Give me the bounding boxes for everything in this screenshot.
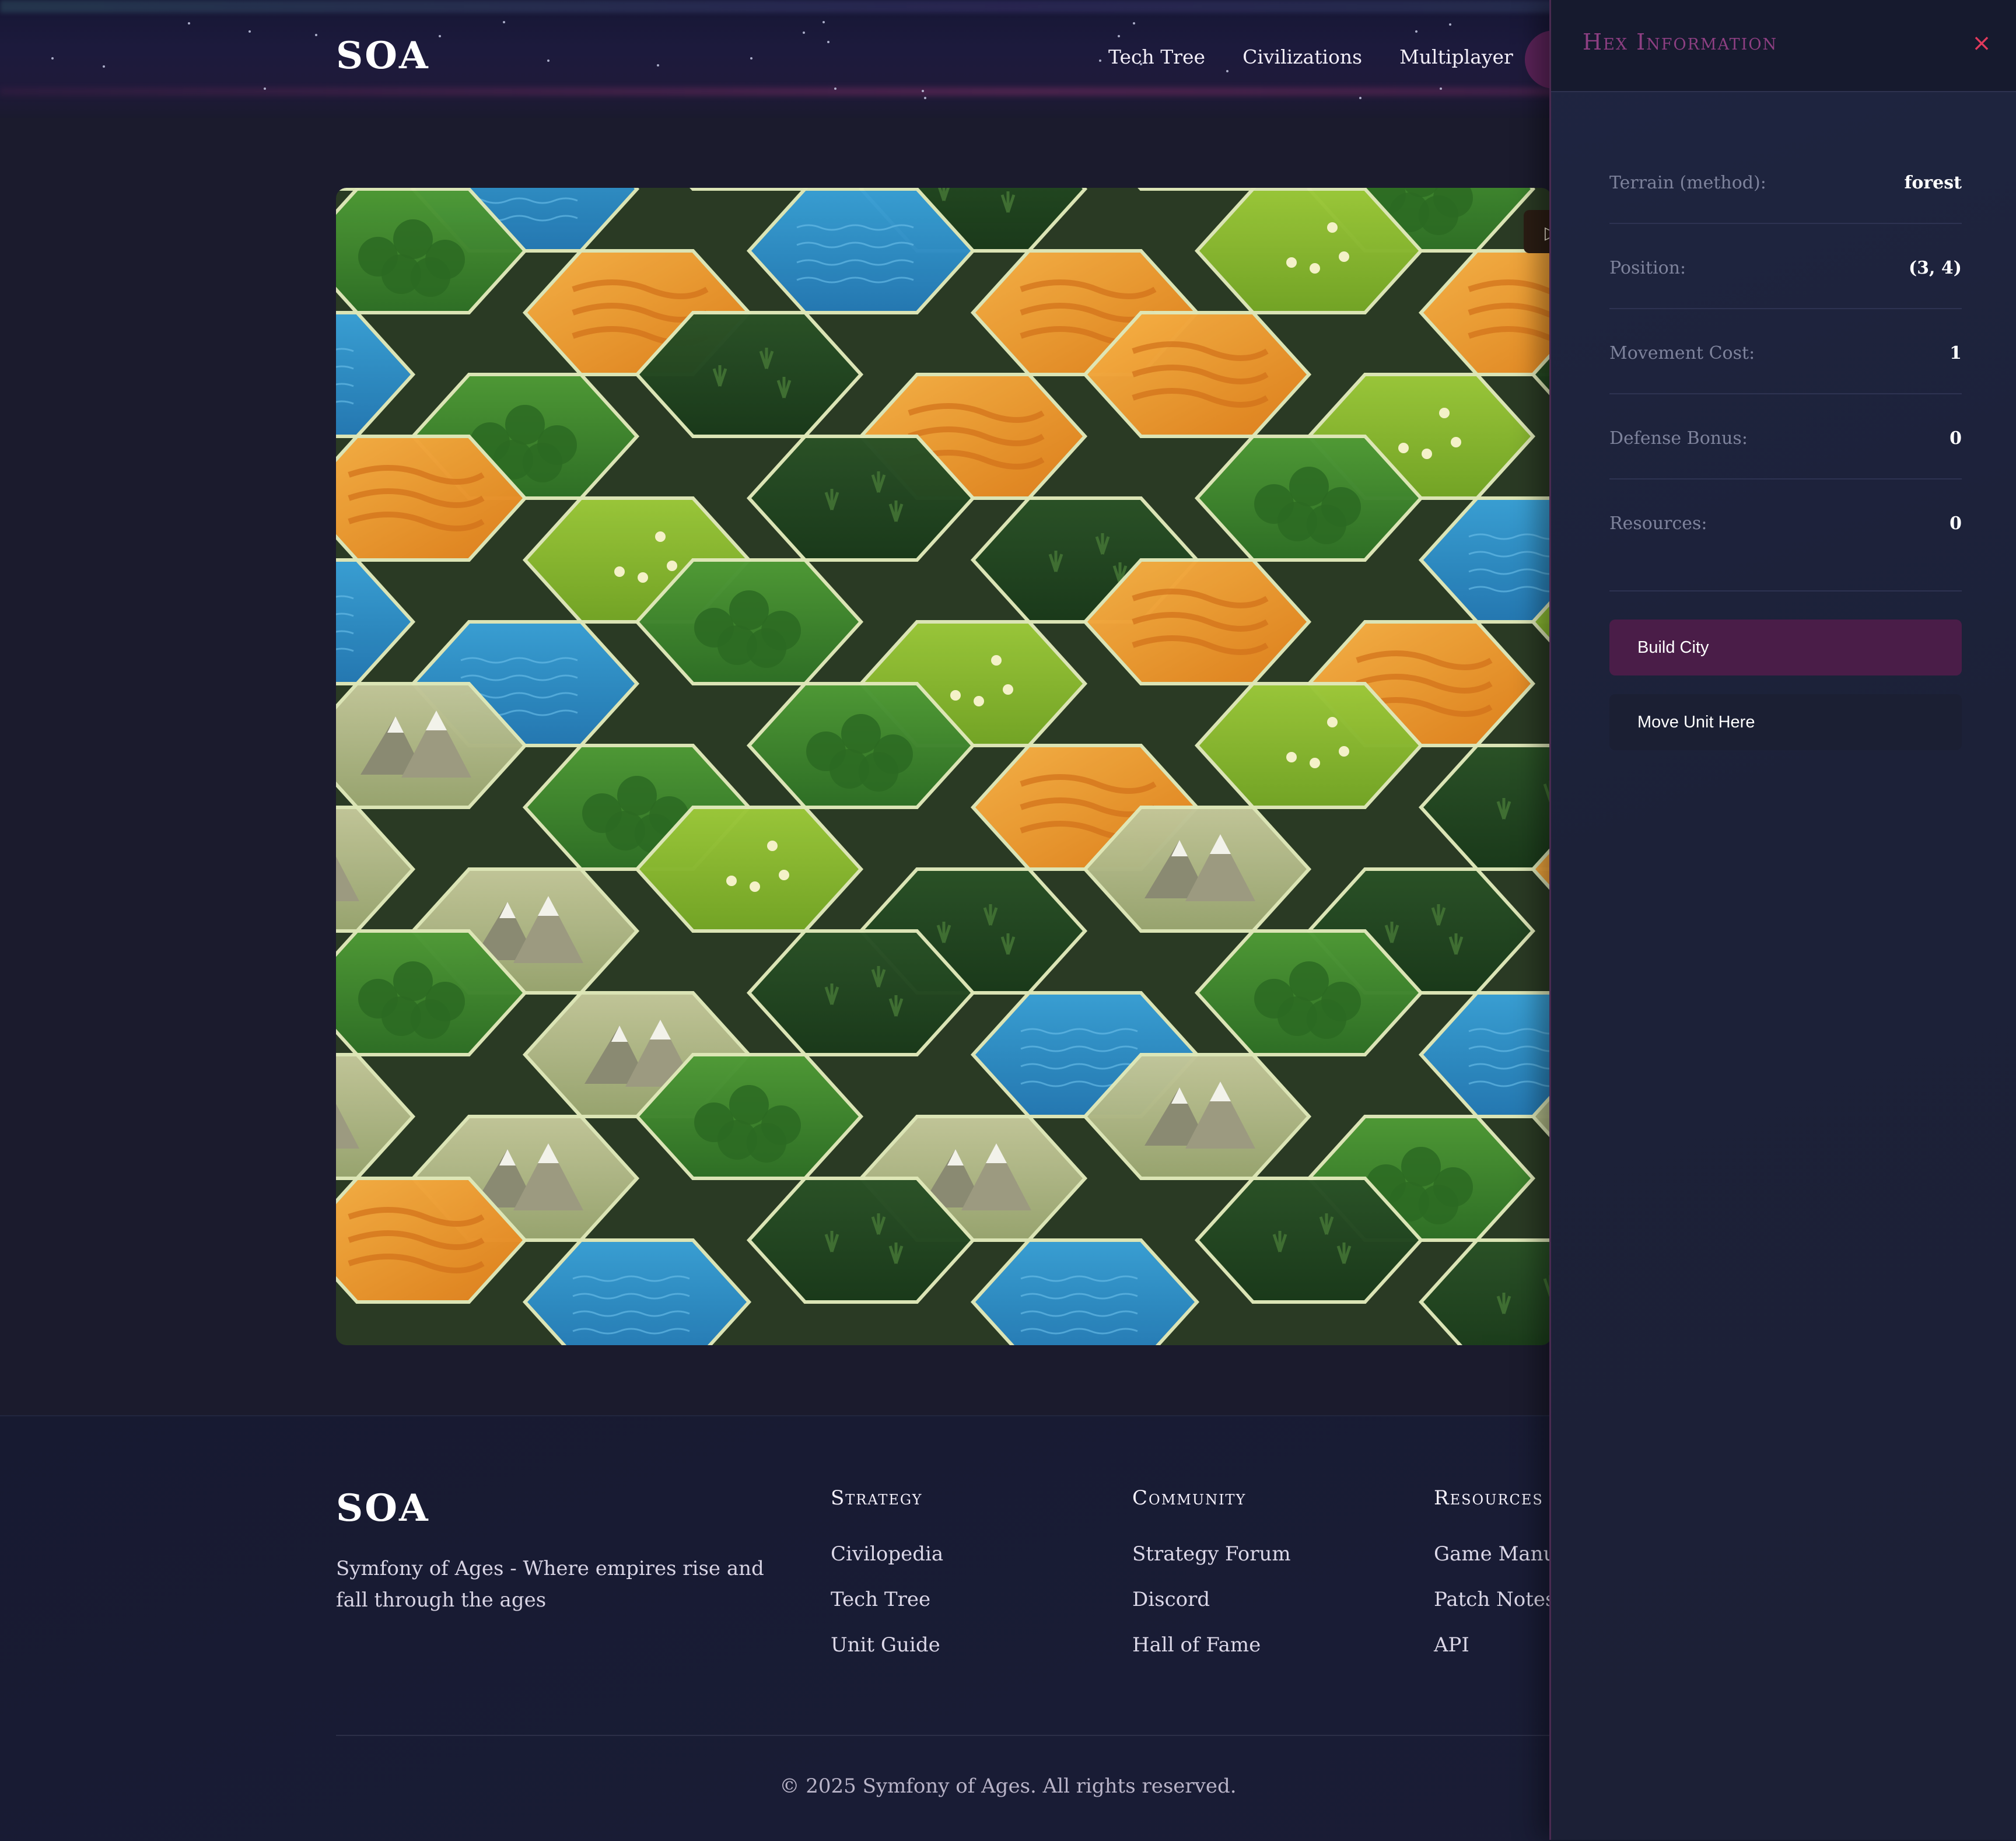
footer-column-strategy: Strategy Civilopedia Tech Tree Unit Guid… [831, 1486, 943, 1679]
hex-tile-water[interactable] [336, 311, 416, 438]
star [1099, 60, 1101, 62]
star [1415, 30, 1418, 33]
star [827, 41, 830, 43]
info-value: 0 [1950, 428, 1962, 449]
hex-tile-swamp[interactable] [1418, 744, 1552, 871]
info-value: 1 [1950, 343, 1962, 363]
star [51, 57, 54, 60]
star [1440, 88, 1442, 90]
star [249, 30, 251, 33]
star [315, 34, 317, 36]
footer-heading-strategy: Strategy [831, 1486, 923, 1510]
move-unit-button[interactable]: Move Unit Here [1609, 694, 1962, 750]
hex-tile-water[interactable] [970, 1238, 1200, 1345]
info-label: Position: [1609, 258, 1686, 278]
hex-tile-mountain[interactable] [336, 1053, 416, 1180]
star [547, 60, 550, 62]
hex-tile-mountain[interactable] [336, 806, 416, 933]
info-row-position: Position: (3, 4) [1609, 223, 1962, 309]
star [103, 65, 105, 68]
info-value: (3, 4) [1908, 258, 1962, 278]
star [1449, 23, 1451, 26]
main-nav: Tech Tree Civilizations Multiplayer [1108, 46, 1513, 68]
info-label: Defense Bonus: [1609, 428, 1748, 449]
star [1118, 35, 1120, 37]
hex-map-canvas[interactable] [336, 188, 1552, 1345]
info-row-defense-bonus: Defense Bonus: 0 [1609, 393, 1962, 480]
info-value: forest [1904, 173, 1962, 193]
footer-link-unit-guide[interactable]: Unit Guide [831, 1633, 943, 1657]
star [264, 88, 266, 90]
nav-tech-tree[interactable]: Tech Tree [1108, 46, 1205, 68]
info-label: Resources: [1609, 513, 1707, 534]
star [188, 22, 190, 24]
footer-column-community: Community Strategy Forum Discord Hall of… [1132, 1486, 1291, 1679]
info-row-resources: Resources: 0 [1609, 478, 1962, 592]
star [924, 97, 926, 99]
star [503, 21, 505, 23]
build-city-button[interactable]: Build City [1609, 620, 1962, 676]
nav-multiplayer[interactable]: Multiplayer [1399, 46, 1513, 68]
footer-link-discord[interactable]: Discord [1132, 1588, 1291, 1611]
footer-heading-community: Community [1132, 1486, 1247, 1510]
footer-link-hall-of-fame[interactable]: Hall of Fame [1132, 1633, 1291, 1657]
star [1226, 70, 1228, 72]
star [1133, 22, 1135, 24]
hex-info-panel: Hex Information × Terrain (method): fore… [1549, 0, 2016, 1840]
info-value: 0 [1950, 513, 1962, 534]
hex-tile-swamp[interactable] [1418, 1238, 1552, 1345]
star [657, 64, 659, 66]
star [1359, 97, 1362, 99]
star [834, 88, 836, 90]
site-logo[interactable]: SOA [336, 34, 430, 78]
footer-link-strategy-forum[interactable]: Strategy Forum [1132, 1542, 1291, 1566]
info-row-terrain: Terrain (method): forest [1609, 138, 1962, 224]
footer-logo[interactable]: SOA [336, 1486, 430, 1530]
info-label: Terrain (method): [1609, 173, 1766, 193]
star [922, 90, 924, 92]
hex-tile-water[interactable] [1418, 991, 1552, 1118]
star [439, 35, 441, 37]
footer-tagline: Symfony of Ages - Where empires rise and… [336, 1557, 764, 1612]
hex-map[interactable] [336, 188, 1552, 1345]
info-row-movement-cost: Movement Cost: 1 [1609, 308, 1962, 394]
panel-header: Hex Information × [1551, 0, 2016, 92]
star [803, 32, 805, 34]
footer-link-civilopedia[interactable]: Civilopedia [831, 1542, 943, 1566]
close-icon[interactable]: × [1964, 26, 1999, 61]
star [750, 57, 752, 60]
star [822, 21, 825, 23]
footer-divider [336, 1735, 1552, 1736]
panel-title: Hex Information [1583, 29, 1778, 55]
hex-tile-water[interactable] [1418, 496, 1552, 624]
hex-tile-water[interactable] [336, 558, 416, 685]
hex-tile-water[interactable] [522, 1238, 752, 1345]
nav-civilizations[interactable]: Civilizations [1242, 46, 1362, 68]
hex-tile-desert[interactable] [1418, 249, 1552, 376]
footer-link-tech-tree[interactable]: Tech Tree [831, 1588, 943, 1611]
info-label: Movement Cost: [1609, 343, 1755, 363]
